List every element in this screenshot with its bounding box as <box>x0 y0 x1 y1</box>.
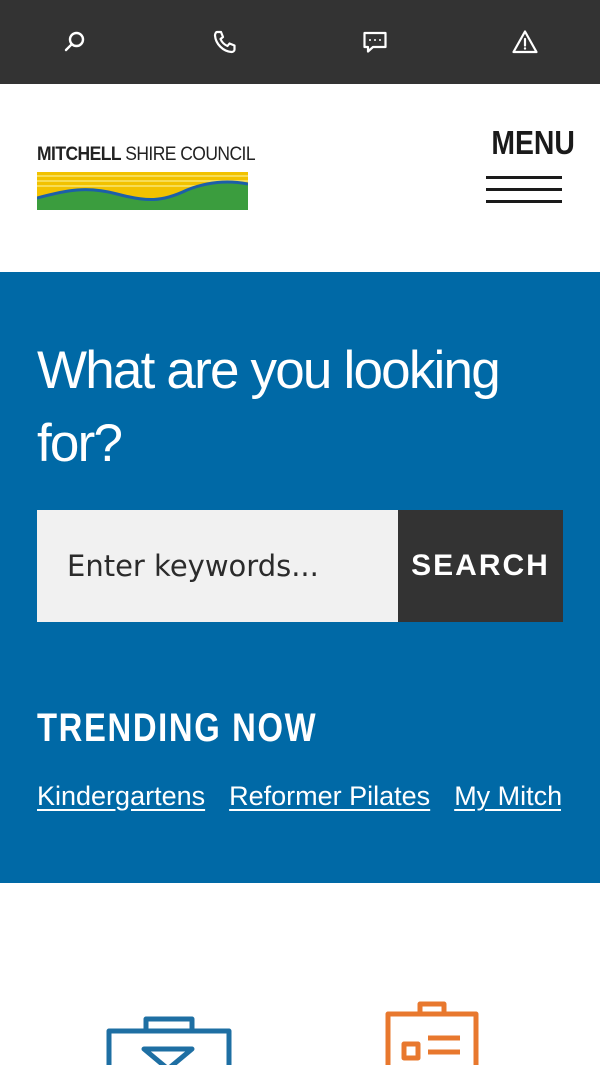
phone-icon <box>213 30 236 54</box>
site-header: MITCHELL SHIRE COUNCIL MENU <box>0 84 600 272</box>
menu-button[interactable]: MENU <box>486 124 575 208</box>
logo-text-bold: MITCHELL <box>37 144 122 165</box>
trending-link-my-mitchell[interactable]: My Mitchell <box>454 776 561 816</box>
trending-link-kindergartens[interactable]: Kindergartens <box>37 776 205 816</box>
search-hero: What are you looking for? SEARCH TRENDIN… <box>0 272 600 883</box>
trending-link-reformer-pilates[interactable]: Reformer Pilates <box>229 776 430 816</box>
hamburger-icon <box>486 176 562 212</box>
search-button[interactable]: SEARCH <box>398 510 563 622</box>
quick-links-row <box>0 883 600 1065</box>
utility-search-button[interactable] <box>0 0 150 84</box>
trending-heading: TRENDING NOW <box>37 706 318 750</box>
logo-text: MITCHELL SHIRE COUNCIL <box>37 144 256 166</box>
utility-phone-button[interactable] <box>150 0 300 84</box>
chat-icon <box>363 31 387 53</box>
search-title: What are you looking for? <box>37 341 501 473</box>
briefcase-icon[interactable] <box>106 1013 232 1065</box>
alert-icon <box>512 30 538 54</box>
search-icon <box>64 31 85 52</box>
logo-landscape-graphic <box>37 172 248 210</box>
trending-links: Kindergartens Reformer Pilates My Mitchell <box>37 776 561 820</box>
clipboard-icon[interactable] <box>384 1000 480 1065</box>
search-input[interactable] <box>37 510 398 622</box>
council-logo[interactable]: MITCHELL SHIRE COUNCIL <box>37 144 256 212</box>
logo-text-rest: SHIRE COUNCIL <box>120 144 256 165</box>
utility-alert-button[interactable] <box>450 0 600 84</box>
menu-label: MENU <box>491 124 575 161</box>
utility-bar <box>0 0 600 84</box>
utility-chat-button[interactable] <box>300 0 450 84</box>
